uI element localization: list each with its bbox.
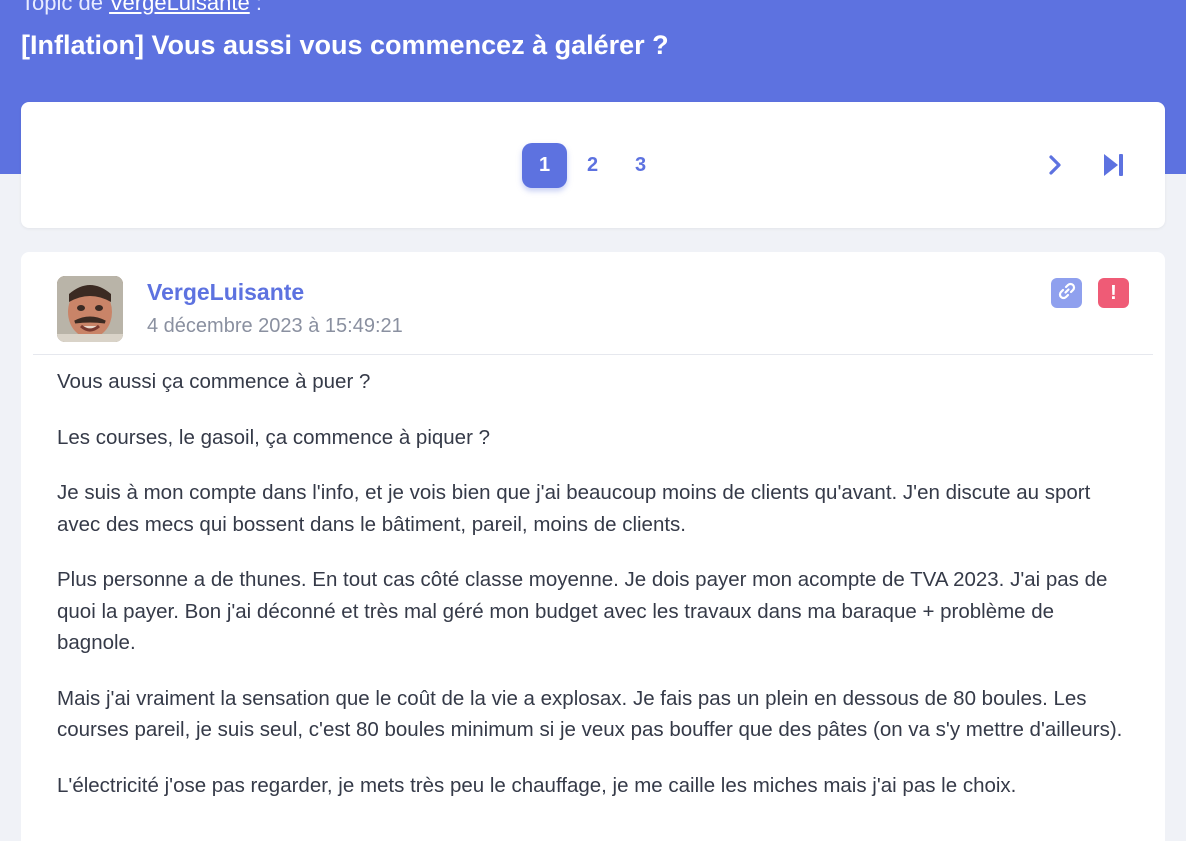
- post-paragraph: Plus personne a de thunes. En tout cas c…: [57, 568, 1108, 654]
- post-paragraph: Vous aussi ça commence à puer ?: [57, 370, 371, 393]
- topic-title: [Inflation] Vous aussi vous commencez à …: [21, 30, 669, 60]
- topic-prefix: Topic de: [21, 0, 103, 15]
- avatar[interactable]: [57, 276, 123, 342]
- post-date: 4 décembre 2023 à 15:49:21: [147, 315, 403, 337]
- skip-to-end-icon[interactable]: [1098, 150, 1128, 180]
- post-card: VergeLuisante 4 décembre 2023 à 15:49:21…: [21, 252, 1165, 841]
- page-button-3[interactable]: 3: [618, 143, 663, 188]
- pagination-card: 1 2 3: [21, 102, 1165, 228]
- report-label: !: [1110, 281, 1117, 304]
- chevron-right-icon[interactable]: [1040, 150, 1070, 180]
- post-paragraph: Je suis à mon compte dans l'info, et je …: [57, 481, 1091, 536]
- report-button[interactable]: !: [1098, 278, 1129, 308]
- permalink-button[interactable]: [1051, 278, 1082, 308]
- post-paragraph: Mais j'ai vraiment la sensation que le c…: [57, 686, 1123, 742]
- topic-author-link[interactable]: VergeLuisante: [109, 0, 250, 15]
- post-author[interactable]: VergeLuisante: [147, 278, 304, 306]
- post-paragraph: L'électricité j'ose pas regarder, je met…: [57, 773, 1017, 797]
- post-paragraph: Les courses, le gasoil, ça commence à pi…: [57, 425, 491, 449]
- topic-byline: Topic de VergeLuisante :: [21, 0, 262, 16]
- post-body: Vous aussi ça commence à puer ? Les cour…: [57, 366, 1137, 825]
- link-icon: [1058, 282, 1076, 305]
- post-divider: [33, 354, 1153, 355]
- page-button-1[interactable]: 1: [522, 143, 567, 188]
- page-button-2[interactable]: 2: [570, 143, 615, 188]
- topic-suffix: :: [249, 0, 262, 15]
